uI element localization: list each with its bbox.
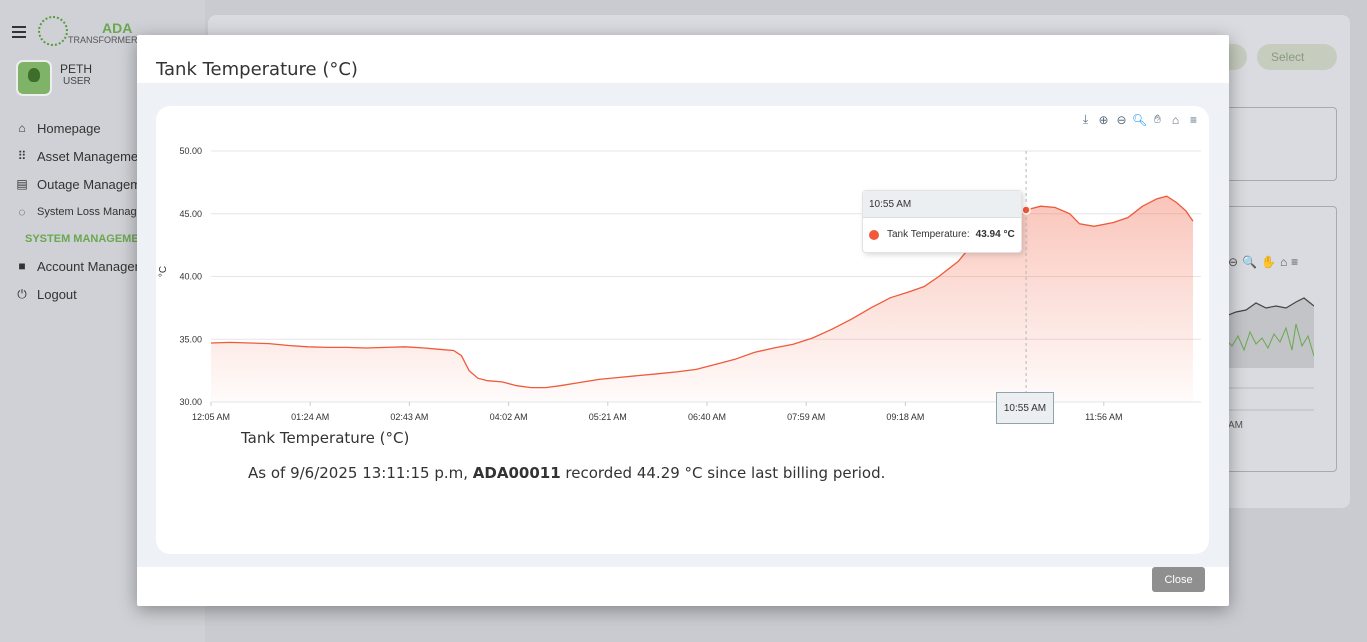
user-name: PETH xyxy=(60,62,93,76)
tooltip-time: 10:55 AM xyxy=(863,191,1021,218)
series-marker-icon xyxy=(869,229,879,240)
chart-tooltip: 10:55 AM Tank Temperature: 43.94 °C xyxy=(862,190,1022,253)
lock-icon: ■ xyxy=(18,259,26,273)
logo-title: ADA xyxy=(102,20,133,36)
sidebar-item-label: Account Managem xyxy=(37,258,146,274)
grid-icon: ⠿ xyxy=(17,149,27,163)
summary-text: As of 9/6/2025 13:11:15 p.m, ADA00011 re… xyxy=(248,464,885,482)
background-axis-fragment: AM xyxy=(1228,420,1243,431)
clipboard-icon: ▤ xyxy=(16,177,28,191)
summary-asset-id: ADA00011 xyxy=(472,464,561,482)
background-panel xyxy=(1224,107,1337,181)
y-tick-label: 40.00 xyxy=(179,272,202,282)
x-tick-label: 09:18 AM xyxy=(886,412,924,422)
x-tick-label: 06:40 AM xyxy=(688,412,726,422)
x-tick-label: 12:05 AM xyxy=(192,412,230,422)
x-tick-label: 01:24 AM xyxy=(291,412,329,422)
chart-card: ⤓ ⊕ ⊖ 🔍︎ ✋︎ ⌂ ≡ 30.00 35.00 40.00 45.00 50.0… xyxy=(156,106,1209,554)
user-role: USER xyxy=(63,76,91,87)
app-logo: ADA TRANSFORMER S xyxy=(38,16,146,46)
tooltip-row: Tank Temperature: 43.94 °C xyxy=(863,218,1021,251)
tooltip-series-name: Tank Temperature: xyxy=(887,229,970,240)
sidebar-item-label: Asset Managemen xyxy=(37,148,146,164)
sidebar-item-label: System Loss Manag xyxy=(37,206,137,218)
modal-body: ⤓ ⊕ ⊖ 🔍︎ ✋︎ ⌂ ≡ 30.00 35.00 40.00 45.00 50.0… xyxy=(137,83,1229,567)
y-tick-label: 30.00 xyxy=(179,397,202,407)
y-tick-label: 50.00 xyxy=(179,146,202,156)
x-tick-label: 07:59 AM xyxy=(787,412,825,422)
y-tick-label: 45.00 xyxy=(179,209,202,219)
sidebar-item-label: Outage Managem xyxy=(37,176,142,192)
highlighted-data-point xyxy=(1021,205,1031,215)
close-button[interactable]: Close xyxy=(1152,567,1205,592)
power-icon: ⏻ xyxy=(17,286,27,301)
background-mini-chart xyxy=(1226,297,1314,411)
summary-prefix: As of 9/6/2025 13:11:15 p.m, xyxy=(248,464,473,482)
home-icon: ⌂ xyxy=(18,121,26,135)
tooltip-value: 43.94 °C xyxy=(975,229,1015,240)
modal-title: Tank Temperature (°C) xyxy=(156,59,358,80)
hamburger-menu-icon[interactable] xyxy=(12,26,26,38)
sidebar-item-label: Homepage xyxy=(37,120,101,136)
chart-caption: Tank Temperature (°C) xyxy=(241,429,410,447)
avatar[interactable] xyxy=(16,60,52,96)
background-select[interactable]: Select xyxy=(1257,44,1337,70)
logo-dots-icon xyxy=(38,16,68,46)
x-axis-tooltip: 10:55 AM xyxy=(996,392,1054,424)
x-tick-label: 11:56 AM xyxy=(1085,412,1122,422)
y-tick-label: 35.00 xyxy=(179,334,202,344)
series-area xyxy=(211,196,1193,402)
x-tick-label: 05:21 AM xyxy=(589,412,627,422)
logo-subtitle: TRANSFORMER S xyxy=(68,35,147,45)
sidebar-item-label: Logout xyxy=(37,286,77,302)
spinner-icon: ◌ xyxy=(18,205,26,219)
background-chart-toolbar[interactable]: ⊖🔍✋⌂≡ xyxy=(1228,255,1302,269)
summary-suffix: recorded 44.29 °C since last billing per… xyxy=(560,464,886,482)
x-tick-label: 02:43 AM xyxy=(390,412,428,422)
y-axis-title: °C xyxy=(158,265,170,278)
chart-modal: Tank Temperature (°C) ⤓ ⊕ ⊖ 🔍︎ ✋︎ ⌂ ≡ 30… xyxy=(137,35,1229,606)
x-tick-label: 04:02 AM xyxy=(490,412,528,422)
temperature-chart[interactable]: 30.00 35.00 40.00 45.00 50.00 12:05 AM 01:24 A… xyxy=(156,106,1209,426)
